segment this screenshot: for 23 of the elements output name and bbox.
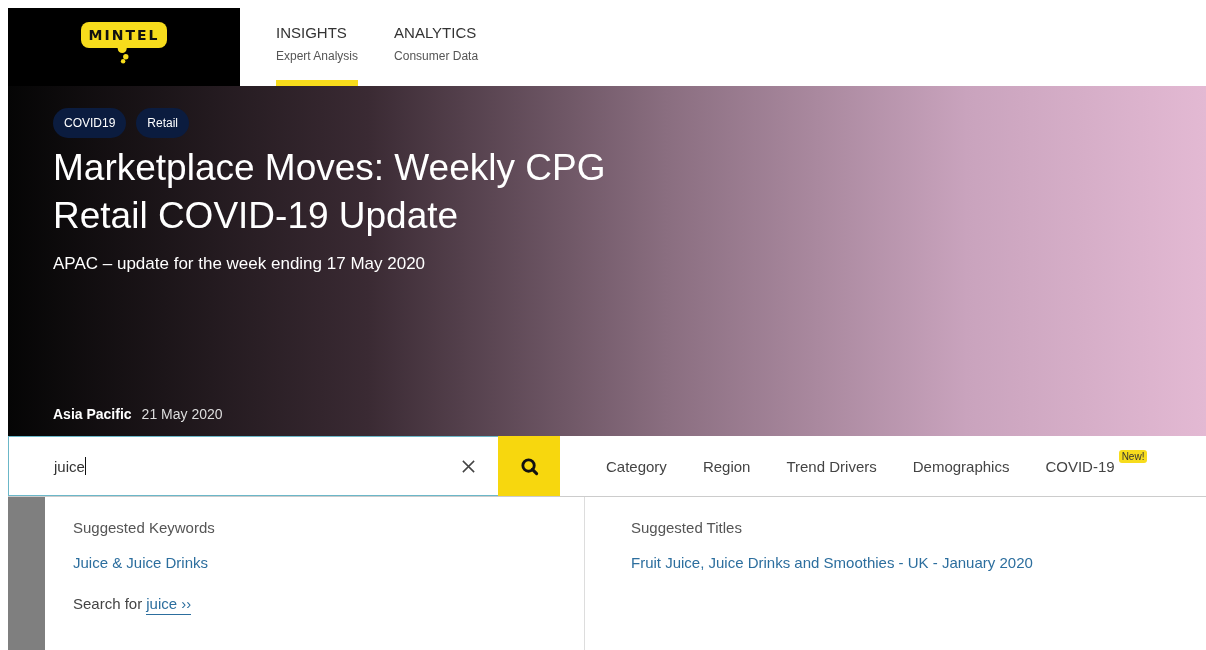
region-label: Asia Pacific (53, 406, 132, 422)
search-for-link[interactable]: juice ›› (146, 595, 192, 615)
new-badge: New! (1118, 449, 1148, 463)
search-button[interactable] (498, 436, 560, 496)
tag[interactable]: Retail (136, 108, 190, 138)
filter-link[interactable]: Demographics (912, 457, 1010, 475)
title-link[interactable]: Fruit Juice, Juice Drinks and Smoothies - UK - January 2020 (631, 554, 1033, 571)
section-heading: Suggested Titles (631, 519, 742, 536)
tag[interactable]: COVID19 (53, 108, 127, 138)
filter-link[interactable]: Trend Drivers (786, 457, 877, 475)
search-field[interactable]: juice (8, 436, 498, 496)
section-heading: Suggested Keywords (73, 519, 215, 536)
filter-link[interactable]: Category (606, 457, 667, 475)
nav-tab[interactable]: ANALYTICS Consumer Data (394, 8, 479, 86)
hero-title: Marketplace Moves: Weekly CPG Retail COVID-19 Update (53, 146, 607, 238)
keyword-link[interactable]: Juice & Juice Drinks (73, 554, 209, 571)
search-icon (519, 456, 539, 476)
search-for-label: Search for (73, 595, 143, 614)
filter-link[interactable]: Region (702, 457, 751, 475)
close-icon[interactable] (461, 458, 476, 474)
filter-link[interactable]: COVID-19 (1045, 457, 1115, 475)
date-label: 21 May 2020 (141, 406, 223, 422)
hero-subtitle: APAC – update for the week ending 17 May 2020 (53, 254, 427, 274)
